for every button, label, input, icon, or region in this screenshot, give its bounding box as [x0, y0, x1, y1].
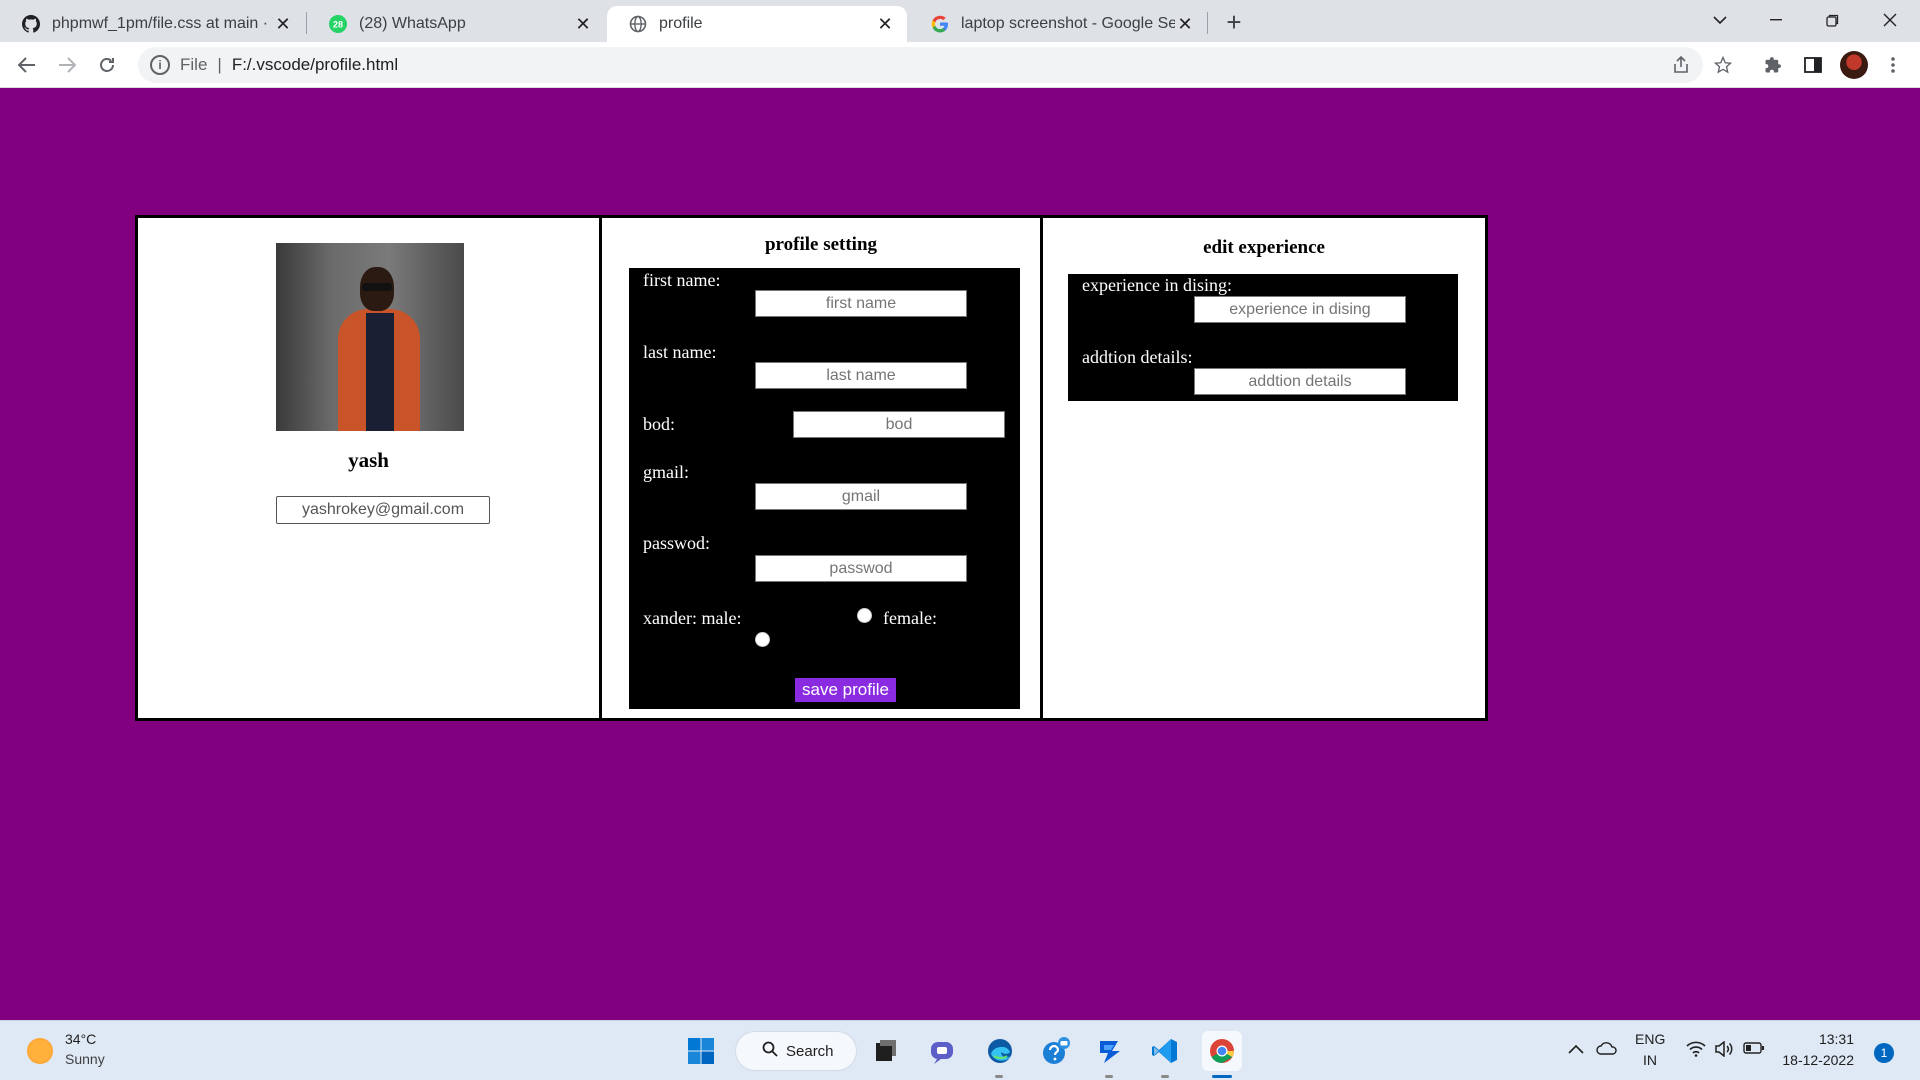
profile-container: yash profile setting first name: last na… [135, 215, 1488, 721]
google-icon [931, 15, 949, 33]
info-icon[interactable]: i [150, 55, 170, 75]
addition-details-input[interactable] [1194, 368, 1406, 395]
profile-photo [276, 243, 464, 431]
chrome-icon[interactable] [1202, 1031, 1242, 1071]
last-name-label: last name: [643, 342, 717, 362]
taskbar-search-label: Search [786, 1042, 834, 1060]
language-region[interactable]: IN [1635, 1052, 1665, 1068]
quick-assist-icon[interactable] [1038, 1033, 1074, 1069]
whatsapp-badge: 28 [333, 20, 343, 30]
profile-setting-heading: profile setting [764, 234, 878, 255]
power-automate-icon[interactable] [1092, 1033, 1128, 1069]
profile-setting-panel: profile setting first name: last name: b… [602, 218, 1043, 718]
share-icon[interactable] [1666, 50, 1696, 80]
close-icon[interactable]: ✕ [875, 14, 895, 34]
close-icon[interactable]: ✕ [573, 14, 593, 34]
new-tab-button[interactable]: + [1220, 7, 1248, 37]
tab-github[interactable]: phpmwf_1pm/file.css at main · Ya ✕ [0, 6, 305, 42]
experience-label: experience in dising: [1082, 275, 1232, 295]
edit-experience-panel: edit experience experience in dising: ad… [1043, 218, 1485, 718]
sun-icon[interactable] [27, 1038, 53, 1064]
windows-start-icon[interactable] [683, 1033, 719, 1069]
github-icon [22, 15, 40, 33]
profile-name: yash [348, 448, 389, 472]
back-arrow-icon[interactable] [12, 50, 42, 80]
minimize-button[interactable] [1748, 0, 1804, 40]
tab-google-search[interactable]: laptop screenshot - Google Searc ✕ [909, 6, 1207, 42]
bod-input[interactable] [793, 411, 1005, 438]
active-app-indicator [1212, 1075, 1232, 1078]
tab-title: profile [659, 15, 703, 32]
gmail-label: gmail: [643, 462, 689, 482]
wifi-icon[interactable] [1686, 1041, 1706, 1062]
edit-experience-heading: edit experience [1203, 237, 1325, 258]
running-indicator [1105, 1075, 1113, 1078]
clock-date[interactable]: 18-12-2022 [1778, 1052, 1854, 1068]
profile-avatar[interactable] [1840, 51, 1868, 79]
address-bar[interactable]: i File | F:/.vscode/profile.html [138, 47, 1703, 83]
more-menu-icon[interactable] [1878, 50, 1908, 80]
onedrive-cloud-icon[interactable] [1596, 1041, 1618, 1060]
weather-temperature[interactable]: 34°C [65, 1031, 96, 1047]
close-icon[interactable]: ✕ [1175, 14, 1195, 34]
experience-input[interactable] [1194, 296, 1406, 323]
clock-time[interactable]: 13:31 [1778, 1031, 1854, 1047]
address-scheme: File [180, 55, 208, 74]
last-name-input[interactable] [755, 362, 967, 389]
notification-badge[interactable]: 1 [1874, 1043, 1894, 1063]
browser-tab-bar: phpmwf_1pm/file.css at main · Ya ✕ 28 (2… [0, 0, 1920, 42]
volume-icon[interactable] [1714, 1040, 1734, 1062]
first-name-label: first name: [643, 270, 721, 290]
extensions-puzzle-icon[interactable] [1758, 50, 1788, 80]
vscode-icon[interactable] [1147, 1033, 1183, 1069]
tab-profile[interactable]: profile ✕ [607, 6, 907, 42]
passwod-label: passwod: [643, 533, 710, 553]
forward-arrow-icon[interactable] [52, 50, 82, 80]
tab-separator [1207, 12, 1208, 34]
running-indicator [995, 1075, 1003, 1078]
search-icon [762, 1041, 778, 1062]
tab-search-chevron-icon[interactable] [1692, 0, 1748, 40]
passwod-input[interactable] [755, 555, 967, 582]
browser-toolbar: i File | F:/.vscode/profile.html [0, 42, 1920, 88]
reload-icon[interactable] [92, 50, 122, 80]
bod-label: bod: [643, 414, 676, 434]
gender-male-label: xander: male: [643, 608, 742, 628]
language-code[interactable]: ENG [1635, 1031, 1665, 1047]
addition-details-label: addtion details: [1082, 347, 1193, 367]
address-url: F:/.vscode/profile.html [231, 55, 399, 74]
email-field[interactable] [276, 496, 490, 524]
address-separator: | [217, 55, 222, 74]
tab-title: laptop screenshot - Google Searc [961, 15, 1175, 32]
bookmark-star-icon[interactable] [1708, 50, 1738, 80]
gender-female-label: female: [883, 608, 937, 628]
tab-whatsapp[interactable]: 28 (28) WhatsApp ✕ [307, 6, 605, 42]
tab-title: (28) WhatsApp [359, 15, 466, 32]
task-view-icon[interactable] [868, 1033, 904, 1069]
male-radio[interactable] [755, 632, 770, 647]
first-name-input[interactable] [755, 290, 967, 317]
globe-icon [629, 15, 647, 33]
profile-card: yash [138, 218, 602, 718]
restore-button[interactable] [1804, 0, 1860, 40]
taskbar: 34°C Sunny Search ENG IN 13:31 18-12-202… [0, 1020, 1920, 1080]
chevron-up-icon[interactable] [1568, 1041, 1584, 1059]
running-indicator [1161, 1075, 1169, 1078]
profile-setting-form: first name: last name: bod: gmail: passw… [629, 268, 1020, 709]
edge-browser-icon[interactable] [982, 1033, 1018, 1069]
whatsapp-icon: 28 [329, 15, 347, 33]
taskbar-search-button[interactable]: Search [735, 1031, 857, 1071]
save-profile-button[interactable]: save profile [795, 678, 896, 702]
gmail-input[interactable] [755, 483, 967, 510]
side-panel-icon[interactable] [1798, 50, 1828, 80]
battery-icon[interactable] [1743, 1041, 1765, 1060]
weather-description[interactable]: Sunny [65, 1051, 105, 1067]
edit-experience-form: experience in dising: addtion details: [1068, 274, 1458, 401]
teams-chat-icon[interactable] [925, 1033, 961, 1069]
female-radio[interactable] [857, 608, 872, 623]
close-window-button[interactable] [1862, 0, 1918, 40]
tab-title: phpmwf_1pm/file.css at main · Ya [52, 15, 273, 32]
close-icon[interactable]: ✕ [273, 14, 293, 34]
